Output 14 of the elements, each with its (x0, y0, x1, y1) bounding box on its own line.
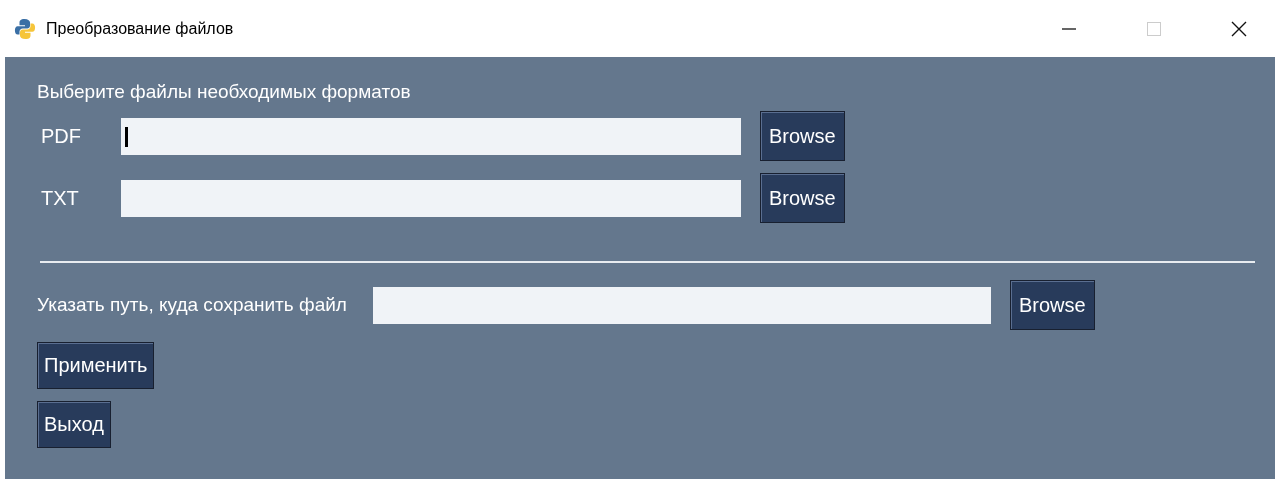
format-label: PDF (40, 124, 82, 148)
save-path-field[interactable] (372, 286, 991, 324)
exit-button[interactable]: Выход (37, 401, 111, 448)
format-label: TXT (40, 186, 80, 210)
save-path-label: Указать путь, куда сохранить файл (37, 294, 347, 316)
browse-button[interactable]: Browse (760, 111, 845, 161)
file-path-field[interactable] (121, 179, 741, 217)
window-title: Преобразование файлов (46, 19, 234, 38)
file-path-field[interactable] (121, 117, 741, 155)
apply-button[interactable]: Применить (37, 342, 155, 389)
python-logo-icon (14, 17, 36, 40)
browse-button[interactable]: Browse (1009, 280, 1095, 330)
instruction-text: Выберите файлы необходимых форматов (37, 81, 412, 103)
browse-button[interactable]: Browse (760, 173, 845, 223)
